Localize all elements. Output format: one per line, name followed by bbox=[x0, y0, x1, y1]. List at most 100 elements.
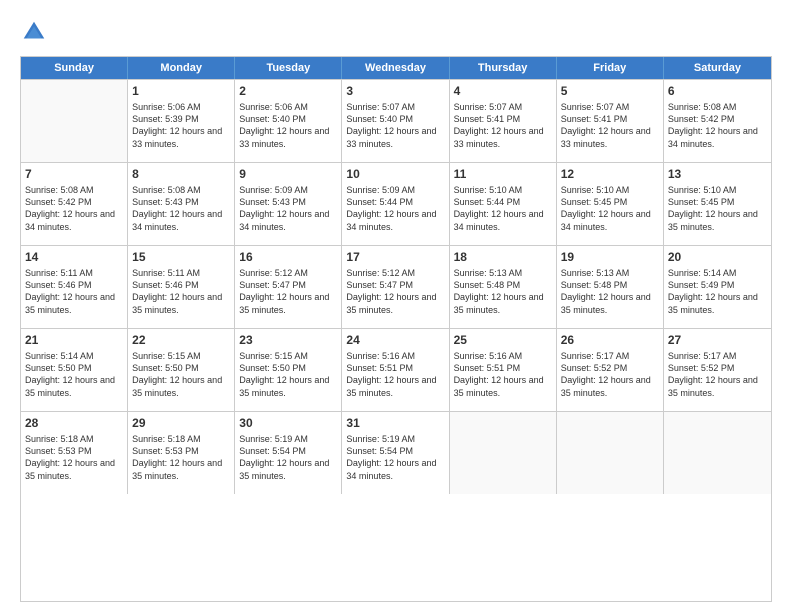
day-number: 28 bbox=[25, 415, 123, 431]
day-number: 21 bbox=[25, 332, 123, 348]
cal-cell-30: 30 Sunrise: 5:19 AMSunset: 5:54 PMDayligh… bbox=[235, 412, 342, 494]
calendar: SundayMondayTuesdayWednesdayThursdayFrid… bbox=[20, 56, 772, 602]
cal-cell-empty bbox=[664, 412, 771, 494]
day-info: Sunrise: 5:19 AMSunset: 5:54 PMDaylight:… bbox=[346, 433, 444, 482]
calendar-body: 1Sunrise: 5:06 AMSunset: 5:39 PMDaylight… bbox=[21, 79, 771, 494]
day-number: 17 bbox=[346, 249, 444, 265]
cal-cell-22: 22Sunrise: 5:15 AMSunset: 5:50 PMDayligh… bbox=[128, 329, 235, 411]
cal-cell-6: 6 Sunrise: 5:08 AMSunset: 5:42 PMDaylight… bbox=[664, 80, 771, 162]
day-number: 11 bbox=[454, 166, 552, 182]
cal-cell-1: 1Sunrise: 5:06 AMSunset: 5:39 PMDaylight… bbox=[128, 80, 235, 162]
day-info: Sunrise: 5:14 AMSunset: 5:49 PMDaylight:… bbox=[668, 267, 767, 316]
day-info: Sunrise: 5:11 AMSunset: 5:46 PMDaylight:… bbox=[25, 267, 123, 316]
cal-cell-27: 27 Sunrise: 5:17 AMSunset: 5:52 PMDayligh… bbox=[664, 329, 771, 411]
logo bbox=[20, 18, 50, 46]
cal-cell-18: 18Sunrise: 5:13 AMSunset: 5:48 PMDayligh… bbox=[450, 246, 557, 328]
cal-cell-26: 26 Sunrise: 5:17 AMSunset: 5:52 PMDayligh… bbox=[557, 329, 664, 411]
day-number: 12 bbox=[561, 166, 659, 182]
day-number: 24 bbox=[346, 332, 444, 348]
day-number: 2 bbox=[239, 83, 337, 99]
day-info: Sunrise: 5:11 AMSunset: 5:46 PMDaylight:… bbox=[132, 267, 230, 316]
day-info: Sunrise: 5:13 AMSunset: 5:48 PMDaylight:… bbox=[561, 267, 659, 316]
cal-cell-7: 7Sunrise: 5:08 AMSunset: 5:42 PMDaylight… bbox=[21, 163, 128, 245]
calendar-row-4: 21 Sunrise: 5:14 AMSunset: 5:50 PMDayligh… bbox=[21, 328, 771, 411]
day-number: 27 bbox=[668, 332, 767, 348]
day-info: Sunrise: 5:13 AMSunset: 5:48 PMDaylight:… bbox=[454, 267, 552, 316]
cal-cell-15: 15 Sunrise: 5:11 AMSunset: 5:46 PMDayligh… bbox=[128, 246, 235, 328]
day-info: Sunrise: 5:06 AMSunset: 5:39 PMDaylight:… bbox=[132, 101, 230, 150]
day-info: Sunrise: 5:15 AMSunset: 5:50 PMDaylight:… bbox=[239, 350, 337, 399]
day-number: 30 bbox=[239, 415, 337, 431]
day-number: 4 bbox=[454, 83, 552, 99]
day-header-wednesday: Wednesday bbox=[342, 57, 449, 79]
cal-cell-28: 28 Sunrise: 5:18 AMSunset: 5:53 PMDayligh… bbox=[21, 412, 128, 494]
header bbox=[20, 18, 772, 46]
cal-cell-empty bbox=[557, 412, 664, 494]
cal-cell-empty bbox=[21, 80, 128, 162]
day-number: 16 bbox=[239, 249, 337, 265]
day-info: Sunrise: 5:07 AMSunset: 5:41 PMDaylight:… bbox=[561, 101, 659, 150]
cal-cell-20: 20 Sunrise: 5:14 AMSunset: 5:49 PMDayligh… bbox=[664, 246, 771, 328]
day-info: Sunrise: 5:18 AMSunset: 5:53 PMDaylight:… bbox=[132, 433, 230, 482]
day-number: 15 bbox=[132, 249, 230, 265]
day-header-tuesday: Tuesday bbox=[235, 57, 342, 79]
cal-cell-12: 12 Sunrise: 5:10 AMSunset: 5:45 PMDayligh… bbox=[557, 163, 664, 245]
cal-cell-16: 16Sunrise: 5:12 AMSunset: 5:47 PMDayligh… bbox=[235, 246, 342, 328]
calendar-row-1: 1Sunrise: 5:06 AMSunset: 5:39 PMDaylight… bbox=[21, 79, 771, 162]
day-info: Sunrise: 5:16 AMSunset: 5:51 PMDaylight:… bbox=[346, 350, 444, 399]
day-info: Sunrise: 5:12 AMSunset: 5:47 PMDaylight:… bbox=[346, 267, 444, 316]
day-header-thursday: Thursday bbox=[450, 57, 557, 79]
cal-cell-19: 19 Sunrise: 5:13 AMSunset: 5:48 PMDayligh… bbox=[557, 246, 664, 328]
cal-cell-25: 25 Sunrise: 5:16 AMSunset: 5:51 PMDayligh… bbox=[450, 329, 557, 411]
day-info: Sunrise: 5:10 AMSunset: 5:45 PMDaylight:… bbox=[561, 184, 659, 233]
cal-cell-13: 13 Sunrise: 5:10 AMSunset: 5:45 PMDayligh… bbox=[664, 163, 771, 245]
cal-cell-29: 29 Sunrise: 5:18 AMSunset: 5:53 PMDayligh… bbox=[128, 412, 235, 494]
day-number: 29 bbox=[132, 415, 230, 431]
day-info: Sunrise: 5:08 AMSunset: 5:42 PMDaylight:… bbox=[668, 101, 767, 150]
day-info: Sunrise: 5:16 AMSunset: 5:51 PMDaylight:… bbox=[454, 350, 552, 399]
day-number: 14 bbox=[25, 249, 123, 265]
cal-cell-31: 31 Sunrise: 5:19 AMSunset: 5:54 PMDayligh… bbox=[342, 412, 449, 494]
day-number: 13 bbox=[668, 166, 767, 182]
calendar-row-3: 14 Sunrise: 5:11 AMSunset: 5:46 PMDayligh… bbox=[21, 245, 771, 328]
cal-cell-14: 14 Sunrise: 5:11 AMSunset: 5:46 PMDayligh… bbox=[21, 246, 128, 328]
day-info: Sunrise: 5:14 AMSunset: 5:50 PMDaylight:… bbox=[25, 350, 123, 399]
day-header-monday: Monday bbox=[128, 57, 235, 79]
calendar-row-5: 28 Sunrise: 5:18 AMSunset: 5:53 PMDayligh… bbox=[21, 411, 771, 494]
day-info: Sunrise: 5:07 AMSunset: 5:41 PMDaylight:… bbox=[454, 101, 552, 150]
day-number: 26 bbox=[561, 332, 659, 348]
day-number: 9 bbox=[239, 166, 337, 182]
day-info: Sunrise: 5:17 AMSunset: 5:52 PMDaylight:… bbox=[668, 350, 767, 399]
cal-cell-5: 5 Sunrise: 5:07 AMSunset: 5:41 PMDaylight… bbox=[557, 80, 664, 162]
day-info: Sunrise: 5:10 AMSunset: 5:44 PMDaylight:… bbox=[454, 184, 552, 233]
day-number: 7 bbox=[25, 166, 123, 182]
cal-cell-10: 10Sunrise: 5:09 AMSunset: 5:44 PMDayligh… bbox=[342, 163, 449, 245]
day-info: Sunrise: 5:10 AMSunset: 5:45 PMDaylight:… bbox=[668, 184, 767, 233]
day-number: 20 bbox=[668, 249, 767, 265]
day-number: 22 bbox=[132, 332, 230, 348]
day-info: Sunrise: 5:18 AMSunset: 5:53 PMDaylight:… bbox=[25, 433, 123, 482]
day-number: 19 bbox=[561, 249, 659, 265]
day-number: 5 bbox=[561, 83, 659, 99]
cal-cell-3: 3Sunrise: 5:07 AMSunset: 5:40 PMDaylight… bbox=[342, 80, 449, 162]
cal-cell-9: 9 Sunrise: 5:09 AMSunset: 5:43 PMDaylight… bbox=[235, 163, 342, 245]
calendar-row-2: 7Sunrise: 5:08 AMSunset: 5:42 PMDaylight… bbox=[21, 162, 771, 245]
calendar-header: SundayMondayTuesdayWednesdayThursdayFrid… bbox=[21, 57, 771, 79]
day-header-sunday: Sunday bbox=[21, 57, 128, 79]
day-number: 25 bbox=[454, 332, 552, 348]
day-number: 6 bbox=[668, 83, 767, 99]
cal-cell-8: 8Sunrise: 5:08 AMSunset: 5:43 PMDaylight… bbox=[128, 163, 235, 245]
cal-cell-empty bbox=[450, 412, 557, 494]
day-number: 23 bbox=[239, 332, 337, 348]
day-info: Sunrise: 5:07 AMSunset: 5:40 PMDaylight:… bbox=[346, 101, 444, 150]
day-info: Sunrise: 5:09 AMSunset: 5:43 PMDaylight:… bbox=[239, 184, 337, 233]
cal-cell-4: 4 Sunrise: 5:07 AMSunset: 5:41 PMDaylight… bbox=[450, 80, 557, 162]
day-number: 31 bbox=[346, 415, 444, 431]
day-info: Sunrise: 5:19 AMSunset: 5:54 PMDaylight:… bbox=[239, 433, 337, 482]
day-info: Sunrise: 5:06 AMSunset: 5:40 PMDaylight:… bbox=[239, 101, 337, 150]
cal-cell-2: 2 Sunrise: 5:06 AMSunset: 5:40 PMDaylight… bbox=[235, 80, 342, 162]
day-number: 10 bbox=[346, 166, 444, 182]
page: SundayMondayTuesdayWednesdayThursdayFrid… bbox=[0, 0, 792, 612]
logo-icon bbox=[20, 18, 48, 46]
day-info: Sunrise: 5:17 AMSunset: 5:52 PMDaylight:… bbox=[561, 350, 659, 399]
